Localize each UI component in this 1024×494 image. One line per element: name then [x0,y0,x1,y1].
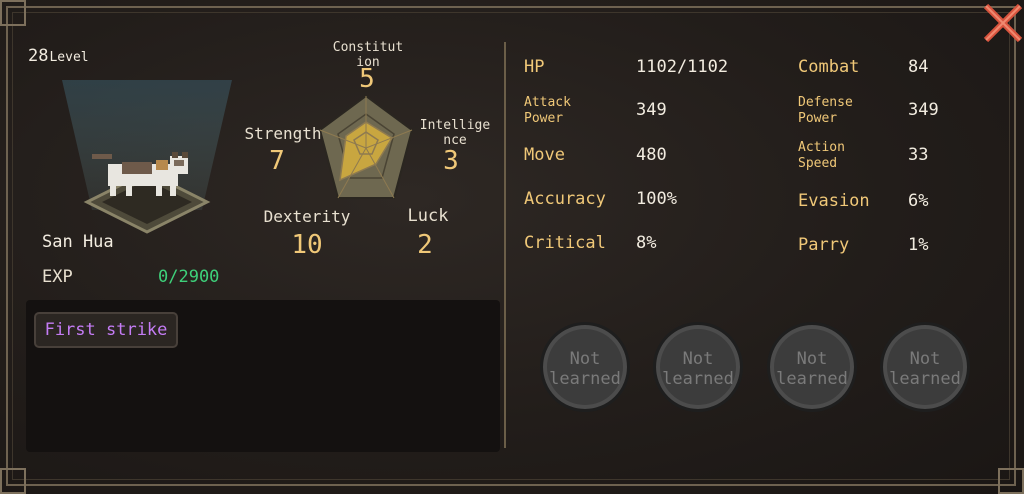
skill-slot-3[interactable]: Not learned [767,322,857,412]
level-display: 28Level [28,46,89,66]
strength-label: Strength [244,124,322,143]
frame-corner [0,468,26,494]
accuracy-label: Accuracy [524,189,606,209]
attack-power-value: 349 [636,100,667,120]
attribute-radar [318,94,414,199]
frame-corner [0,0,26,26]
defense-power-value: 349 [908,100,939,120]
parry-value: 1% [908,235,929,255]
level-number: 28 [28,46,49,66]
skill-slot-label: Not learned [889,349,961,389]
skill-slot-2[interactable]: Not learned [653,322,743,412]
hp-label: HP [524,57,545,77]
strength-value: 7 [269,146,285,176]
move-label: Move [524,145,565,165]
evasion-label: Evasion [798,191,870,211]
dexterity-label: Dexterity [263,207,351,226]
skill-first-strike-button[interactable]: First strike [34,312,178,348]
exp-label: EXP [42,267,73,287]
combat-value: 84 [908,57,929,77]
attack-power-label: Attack Power [524,95,571,126]
skill-slot-label: Not learned [549,349,621,389]
skill-slot-label: Not learned [776,349,848,389]
accuracy-value: 100% [636,189,677,209]
frame-corner [998,468,1024,494]
parry-label: Parry [798,235,850,255]
action-speed-value: 33 [908,145,929,165]
hp-value: 1102/1102 [636,57,729,77]
skill-slot-4[interactable]: Not learned [880,322,970,412]
critical-label: Critical [524,233,606,253]
evasion-value: 6% [908,191,929,211]
character-name: San Hua [42,232,114,252]
exp-value: 0/2900 [158,267,220,287]
dexterity-value: 10 [291,230,323,260]
constitution-value: 5 [359,64,375,94]
intelligence-value: 3 [443,146,459,176]
skill-slot-1[interactable]: Not learned [540,322,630,412]
critical-value: 8% [636,233,657,253]
skill-slot-label: Not learned [662,349,734,389]
defense-power-label: Defense Power [798,95,853,126]
panel-divider [504,42,506,448]
luck-value: 2 [417,230,433,260]
action-speed-label: Action Speed [798,140,845,171]
close-button[interactable] [976,0,1024,44]
portrait-spotlight [62,80,232,234]
intelligence-label: Intellige nce [419,118,491,148]
luck-label: Luck [407,206,449,226]
move-value: 480 [636,145,667,165]
combat-label: Combat [798,57,860,77]
level-word: Level [49,50,89,65]
close-x-icon [983,3,1023,43]
